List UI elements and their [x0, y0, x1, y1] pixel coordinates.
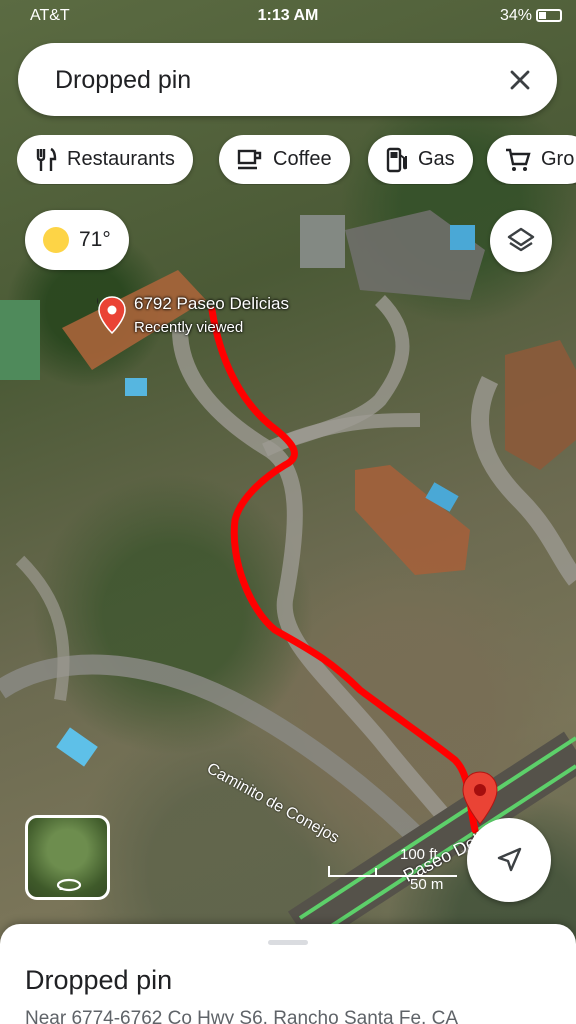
weather-chip[interactable]: 71°	[25, 210, 129, 270]
sun-icon	[43, 227, 69, 253]
status-time: 1:13 AM	[257, 7, 319, 24]
battery-percent: 34%	[499, 7, 532, 24]
my-location-button[interactable]	[467, 818, 551, 902]
map-scale: 100 ft 50 m	[328, 846, 458, 896]
battery-icon	[536, 9, 562, 22]
place-pin-icon[interactable]	[97, 295, 127, 335]
sheet-address: Near 6774-6762 Co Hwy S6, Rancho Santa F…	[25, 1008, 459, 1024]
chip-restaurants[interactable]: Restaurants	[17, 135, 193, 184]
layers-icon	[507, 227, 535, 252]
cart-icon	[506, 148, 531, 171]
scale-meters: 50 m	[410, 876, 444, 893]
chip-label: Gro	[541, 148, 575, 170]
coffee-cup-icon	[237, 149, 262, 169]
gas-pump-icon	[386, 147, 407, 172]
drag-handle[interactable]	[268, 940, 308, 945]
fork-knife-icon	[36, 147, 57, 171]
place-subtitle: Recently viewed	[134, 319, 244, 336]
chip-label: Gas	[418, 148, 455, 170]
search-bar[interactable]: Dropped pin	[18, 43, 557, 116]
sheet-title: Dropped pin	[25, 965, 173, 995]
place-name-label[interactable]: 6792 Paseo Delicias	[134, 294, 289, 314]
search-input[interactable]: Dropped pin	[55, 66, 191, 95]
layers-button[interactable]	[490, 210, 552, 272]
dropped-pin-icon[interactable]	[461, 770, 499, 826]
chip-groceries[interactable]: Gro	[487, 135, 576, 184]
status-bar: AT&T 1:13 AM 34%	[0, 0, 576, 32]
navigation-arrow-icon	[497, 847, 522, 872]
chip-coffee[interactable]: Coffee	[219, 135, 350, 184]
temperature: 71°	[79, 228, 111, 251]
chip-label: Coffee	[273, 148, 332, 170]
chip-gas[interactable]: Gas	[368, 135, 473, 184]
rotate-360-icon	[56, 878, 82, 892]
scale-feet: 100 ft	[400, 846, 438, 863]
bottom-sheet[interactable]: Dropped pin Near 6774-6762 Co Hwy S6, Ra…	[0, 924, 576, 1024]
chip-label: Restaurants	[67, 148, 175, 170]
street-view-thumbnail[interactable]	[25, 815, 110, 900]
category-chips: Restaurants Coffee Gas Gro	[17, 135, 576, 185]
close-icon[interactable]	[505, 65, 535, 95]
